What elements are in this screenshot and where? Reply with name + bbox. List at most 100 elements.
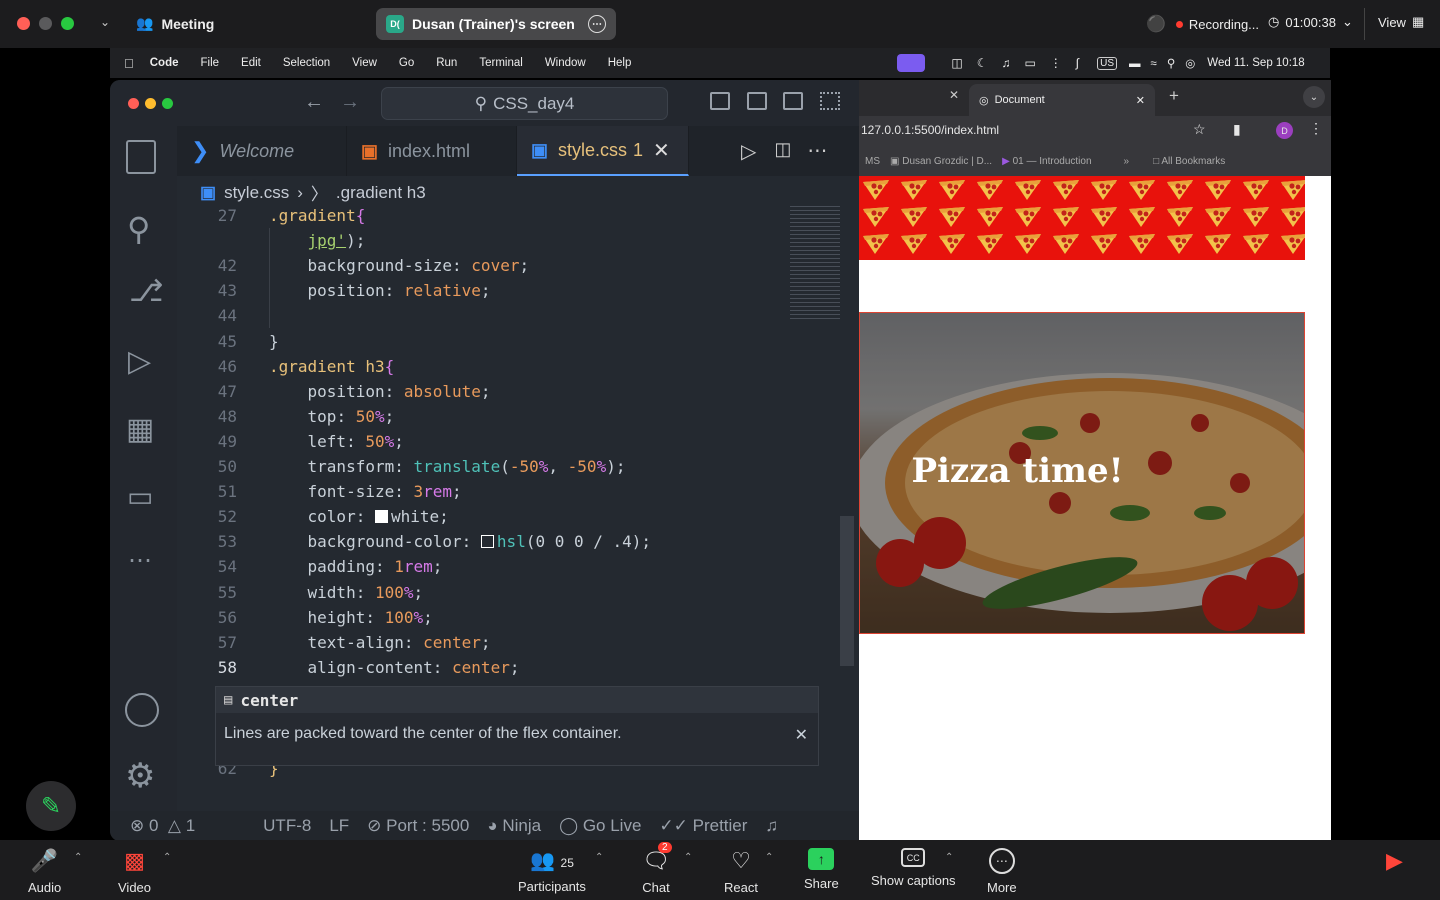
code-line[interactable]: height: 100%; bbox=[269, 608, 433, 627]
split-editor-icon[interactable]: ◫ bbox=[774, 139, 791, 176]
encoding-status[interactable]: UTF-8 bbox=[263, 816, 311, 836]
breadcrumb-symbol[interactable]: .gradient h3 bbox=[336, 183, 426, 203]
close-tab-icon[interactable]: ✕ bbox=[653, 138, 670, 163]
command-center-search[interactable]: ⚲ CSS_day4 bbox=[381, 87, 668, 120]
clock[interactable]: Wed 11. Sep 10:18 bbox=[1207, 57, 1304, 69]
show-captions-button[interactable]: CC Show captions bbox=[871, 848, 956, 888]
code-line[interactable]: text-align: center; bbox=[269, 633, 491, 652]
code-line[interactable]: } bbox=[269, 332, 279, 351]
all-bookmarks-folder[interactable]: □ All Bookmarks bbox=[1153, 156, 1225, 167]
keyboard-layout-indicator[interactable]: US bbox=[1097, 56, 1118, 70]
view-button[interactable]: View ▦ bbox=[1378, 14, 1424, 30]
close-window-button[interactable] bbox=[17, 17, 30, 30]
minimize-window-button[interactable] bbox=[145, 98, 156, 109]
chevron-down-icon[interactable]: ⌄ bbox=[100, 15, 110, 29]
meeting-timer[interactable]: ◷ 01:00:38 ⌄ bbox=[1268, 14, 1353, 30]
account-icon[interactable] bbox=[125, 693, 159, 727]
extensions-icon[interactable]: ▮ bbox=[1233, 121, 1241, 138]
recording-indicator[interactable]: ⚫ Recording... bbox=[1146, 14, 1259, 34]
code-line[interactable]: left: 50%; bbox=[269, 432, 404, 451]
menu-run[interactable]: Run bbox=[436, 57, 457, 69]
leave-icon[interactable]: ▶ bbox=[1386, 848, 1403, 874]
settings-gear-icon[interactable]: ⚙ bbox=[125, 756, 155, 796]
scrollbar[interactable] bbox=[840, 516, 854, 666]
status-icons[interactable]: ◫☾♫▭⋮∫ bbox=[951, 56, 1093, 70]
menu-edit[interactable]: Edit bbox=[241, 57, 261, 69]
problems-status[interactable]: ⊗ 0 △ 1 bbox=[130, 816, 195, 836]
breadcrumb-file[interactable]: style.css bbox=[224, 183, 289, 203]
code-line[interactable]: color: white; bbox=[269, 507, 449, 526]
tab-style-css[interactable]: ▣ style.css 1 ✕ bbox=[517, 126, 689, 176]
back-arrow-icon[interactable]: ← bbox=[304, 91, 324, 114]
search-icon[interactable]: ⚲ bbox=[127, 210, 150, 248]
forward-arrow-icon[interactable]: → bbox=[340, 91, 360, 114]
code-line[interactable]: width: 100%; bbox=[269, 583, 424, 602]
port-status[interactable]: ⊘ Port : 5500 bbox=[367, 816, 469, 836]
menu-terminal[interactable]: Terminal bbox=[479, 57, 522, 69]
source-control-icon[interactable]: ⎇ bbox=[129, 274, 164, 309]
close-tab-icon[interactable]: ✕ bbox=[1136, 94, 1145, 107]
code-line[interactable]: align-content: center; bbox=[269, 658, 520, 677]
code-line[interactable]: .gradient{ bbox=[269, 206, 365, 225]
menu-window[interactable]: Window bbox=[545, 57, 586, 69]
prettier-status[interactable]: ✓✓ Prettier bbox=[659, 816, 747, 836]
minimap[interactable] bbox=[790, 206, 840, 321]
chevron-up-icon[interactable]: ⌃ bbox=[163, 852, 171, 863]
extensions-icon[interactable]: ▦ bbox=[126, 412, 154, 447]
bookmark-item[interactable]: MS bbox=[865, 156, 880, 167]
code-line[interactable]: transform: translate(-50%, -50%); bbox=[269, 457, 626, 476]
code-line[interactable]: .gradient h3{ bbox=[269, 357, 394, 376]
more-button[interactable]: ⋯ More bbox=[987, 848, 1017, 895]
minimize-window-button[interactable] bbox=[39, 17, 52, 30]
more-icon[interactable]: ⋯ bbox=[128, 546, 154, 575]
toggle-secondary-sidebar-icon[interactable] bbox=[783, 92, 803, 110]
url-field[interactable]: 127.0.0.1:5500/index.html bbox=[861, 123, 999, 137]
maximize-window-button[interactable] bbox=[162, 98, 173, 109]
chevron-up-icon[interactable]: ⌃ bbox=[684, 852, 692, 863]
code-line[interactable]: top: 50%; bbox=[269, 407, 395, 426]
ninja-status[interactable]: ◕ Ninja bbox=[487, 816, 541, 836]
profile-avatar[interactable]: D bbox=[1276, 122, 1293, 139]
chevron-up-icon[interactable]: ⌃ bbox=[765, 852, 773, 863]
code-line[interactable]: jpg'); bbox=[269, 231, 366, 250]
bookmark-item[interactable]: ▶ 01 — Introduction bbox=[1002, 156, 1091, 167]
tab-welcome[interactable]: ❯ Welcome bbox=[177, 126, 347, 176]
close-tab-icon[interactable]: ✕ bbox=[949, 88, 959, 102]
menu-selection[interactable]: Selection bbox=[283, 57, 330, 69]
more-bookmarks-icon[interactable]: » bbox=[1124, 156, 1130, 167]
toggle-panel-icon[interactable] bbox=[747, 92, 767, 110]
menu-go[interactable]: Go bbox=[399, 57, 414, 69]
menu-file[interactable]: File bbox=[201, 57, 220, 69]
react-button[interactable]: ♡ React bbox=[724, 848, 758, 895]
close-icon[interactable]: ✕ bbox=[795, 725, 808, 745]
bell-icon[interactable]: ♫ bbox=[765, 816, 778, 836]
remote-explorer-icon[interactable]: ▭ bbox=[127, 480, 153, 513]
explorer-icon[interactable] bbox=[126, 140, 156, 174]
eol-status[interactable]: LF bbox=[329, 816, 349, 836]
shared-screen-pill[interactable]: D( Dusan (Trainer)'s screen ⋯ bbox=[376, 8, 616, 40]
chevron-up-icon[interactable]: ⌃ bbox=[945, 852, 953, 863]
new-tab-icon[interactable]: + bbox=[1169, 86, 1179, 106]
menu-help[interactable]: Help bbox=[608, 57, 632, 69]
share-button[interactable]: ↑ Share bbox=[804, 848, 839, 891]
annotate-pencil-icon[interactable]: ✎ bbox=[26, 781, 76, 831]
code-line[interactable]: position: absolute; bbox=[269, 382, 491, 401]
customize-layout-icon[interactable] bbox=[820, 92, 840, 110]
more-options-icon[interactable]: ⋯ bbox=[588, 15, 606, 33]
chevron-up-icon[interactable]: ⌃ bbox=[595, 852, 603, 863]
audio-button[interactable]: 🎤 Audio bbox=[28, 848, 61, 895]
suggest-item[interactable]: ▤ center bbox=[216, 687, 818, 713]
screen-share-icon[interactable] bbox=[897, 54, 926, 72]
code-line[interactable]: font-size: 3rem; bbox=[269, 482, 462, 501]
menu-view[interactable]: View bbox=[352, 57, 377, 69]
code-line[interactable]: padding: 1rem; bbox=[269, 557, 443, 576]
bookmark-star-icon[interactable]: ☆ bbox=[1193, 121, 1206, 138]
run-icon[interactable]: ▷ bbox=[741, 139, 756, 176]
zoom-window-button[interactable] bbox=[61, 17, 74, 30]
code-line[interactable]: background-size: cover; bbox=[269, 256, 530, 275]
video-button[interactable]: ▩ Video bbox=[118, 848, 151, 895]
go-live-status[interactable]: ◯ Go Live bbox=[559, 816, 641, 836]
chevron-up-icon[interactable]: ⌃ bbox=[74, 852, 82, 863]
tab-index-html[interactable]: ▣ index.html bbox=[347, 126, 517, 176]
run-debug-icon[interactable]: ▷ bbox=[128, 344, 151, 379]
